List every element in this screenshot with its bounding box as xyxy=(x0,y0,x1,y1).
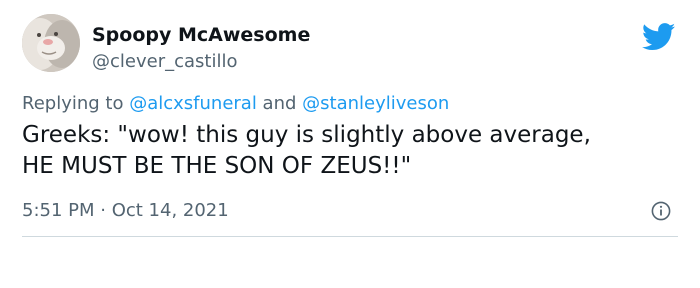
reply-conjunction: and xyxy=(256,93,303,114)
tweet-card: Spoopy McAwesome @clever_castillo Replyi… xyxy=(0,0,700,288)
author-display-name[interactable]: Spoopy McAwesome xyxy=(92,24,310,46)
avatar[interactable] xyxy=(22,14,80,72)
tweet-timestamp[interactable]: 5:51 PM · Oct 14, 2021 xyxy=(22,200,229,221)
twitter-bird-icon[interactable] xyxy=(641,23,676,51)
tweet-text: Greeks: "wow! this guy is slightly above… xyxy=(22,120,682,182)
reply-context: Replying to @alcxsfuneral and @stanleyli… xyxy=(22,93,449,114)
mention-link-stanleyliveson[interactable]: @stanleyliveson xyxy=(302,93,449,114)
divider xyxy=(22,236,678,237)
tweet-text-line-2: HE MUST BE THE SON OF ZEUS!!" xyxy=(22,153,412,179)
reply-prefix: Replying to xyxy=(22,93,130,114)
cat-avatar-icon xyxy=(22,14,80,72)
mention-link-alcxsfuneral[interactable]: @alcxsfuneral xyxy=(129,93,257,114)
author-handle[interactable]: @clever_castillo xyxy=(92,51,237,72)
info-icon[interactable] xyxy=(651,201,671,221)
tweet-text-line-1: Greeks: "wow! this guy is slightly above… xyxy=(22,122,591,148)
